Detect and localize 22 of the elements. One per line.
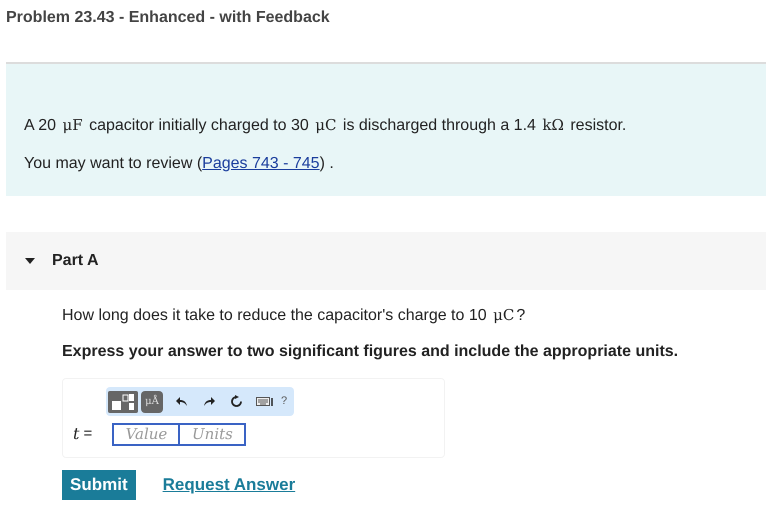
part-title: Part A bbox=[52, 251, 99, 271]
value-field[interactable]: Value bbox=[112, 422, 180, 446]
redo-icon[interactable] bbox=[203, 396, 215, 408]
page-title: Problem 23.43 - Enhanced - with Feedback bbox=[5, 8, 331, 28]
question-text: How long does it take to reduce the capacitor's charge to 10 μC? bbox=[62, 305, 526, 326]
request-answer-link[interactable]: Request Answer bbox=[162, 472, 296, 498]
caret-icon bbox=[24, 257, 36, 265]
keyboard-icon[interactable] bbox=[256, 396, 274, 406]
variable-label: t bbox=[73, 423, 80, 445]
units-field[interactable]: Units bbox=[180, 422, 246, 446]
part-header[interactable]: Part A bbox=[6, 232, 766, 290]
equals-sign: = bbox=[83, 424, 94, 444]
undo-icon[interactable] bbox=[176, 396, 188, 408]
units-button[interactable]: μÅ bbox=[141, 390, 163, 412]
instruction-text: Express your answer to two significant figures and include the appropriate units. bbox=[62, 342, 680, 362]
help-button[interactable]: ? bbox=[281, 393, 288, 410]
template-icon[interactable] bbox=[108, 390, 138, 412]
reset-icon[interactable] bbox=[230, 395, 243, 408]
pages-link[interactable]: Pages 743 - 745 bbox=[202, 155, 320, 172]
problem-statement: A 20 μF capacitor initially charged to 30 μC is discharged through a 1.4 kΩ resistor. bbox=[24, 115, 628, 136]
submit-button[interactable]: Submit bbox=[62, 470, 136, 500]
review-text: You may want to review (Pages 743 - 745) . bbox=[24, 154, 335, 174]
